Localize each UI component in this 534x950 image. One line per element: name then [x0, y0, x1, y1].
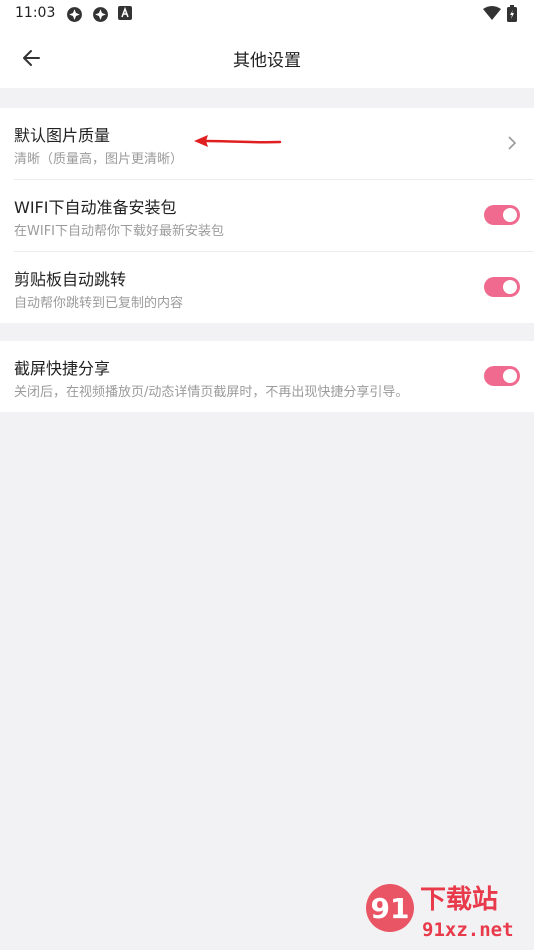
setting-subtitle: 在WIFI下自动帮你下载好最新安装包	[14, 224, 224, 239]
setting-title: WIFI下自动准备安装包	[14, 198, 177, 217]
settings-group-share: 截屏快捷分享 关闭后，在视频播放页/动态详情页截屏时，不再出现快捷分享引导。	[0, 341, 534, 412]
app-bar: 其他设置	[0, 28, 534, 88]
screenshot-share-toggle[interactable]	[484, 366, 520, 386]
setting-title: 默认图片质量	[14, 126, 111, 145]
status-bar: 11:03	[0, 0, 534, 28]
setting-subtitle: 关闭后，在视频播放页/动态详情页截屏时，不再出现快捷分享引导。	[14, 385, 409, 400]
annotation-arrow-icon	[194, 135, 282, 147]
chevron-right-icon	[508, 136, 517, 150]
svg-text:下载站: 下载站	[420, 885, 498, 915]
setting-clipboard-jump: 剪贴板自动跳转 自动帮你跳转到已复制的内容	[0, 252, 534, 323]
svg-text:91xz.net: 91xz.net	[422, 919, 514, 941]
clipboard-jump-toggle[interactable]	[484, 277, 520, 297]
setting-title: 剪贴板自动跳转	[14, 270, 127, 289]
battery-icon	[507, 5, 517, 22]
toggle-knob	[503, 208, 517, 222]
notification-a-icon	[118, 6, 132, 20]
page-title: 其他设置	[233, 51, 301, 71]
setting-subtitle: 清晰（质量高，图片更清晰）	[14, 152, 184, 167]
setting-subtitle: 自动帮你跳转到已复制的内容	[14, 296, 184, 311]
toggle-knob	[503, 369, 517, 383]
setting-wifi-download: WIFI下自动准备安装包 在WIFI下自动帮你下载好最新安装包	[0, 180, 534, 251]
site-watermark-logo: 91 下载站 91xz.net	[366, 884, 514, 941]
wifi-icon	[483, 6, 501, 20]
app-icon	[67, 7, 82, 22]
wifi-download-toggle[interactable]	[484, 205, 520, 225]
setting-title: 截屏快捷分享	[14, 359, 111, 378]
toggle-knob	[503, 280, 517, 294]
svg-text:91: 91	[371, 892, 410, 925]
setting-screenshot-share: 截屏快捷分享 关闭后，在视频播放页/动态详情页截屏时，不再出现快捷分享引导。	[0, 341, 534, 412]
app-icon	[93, 7, 108, 22]
status-time: 11:03	[15, 5, 56, 21]
